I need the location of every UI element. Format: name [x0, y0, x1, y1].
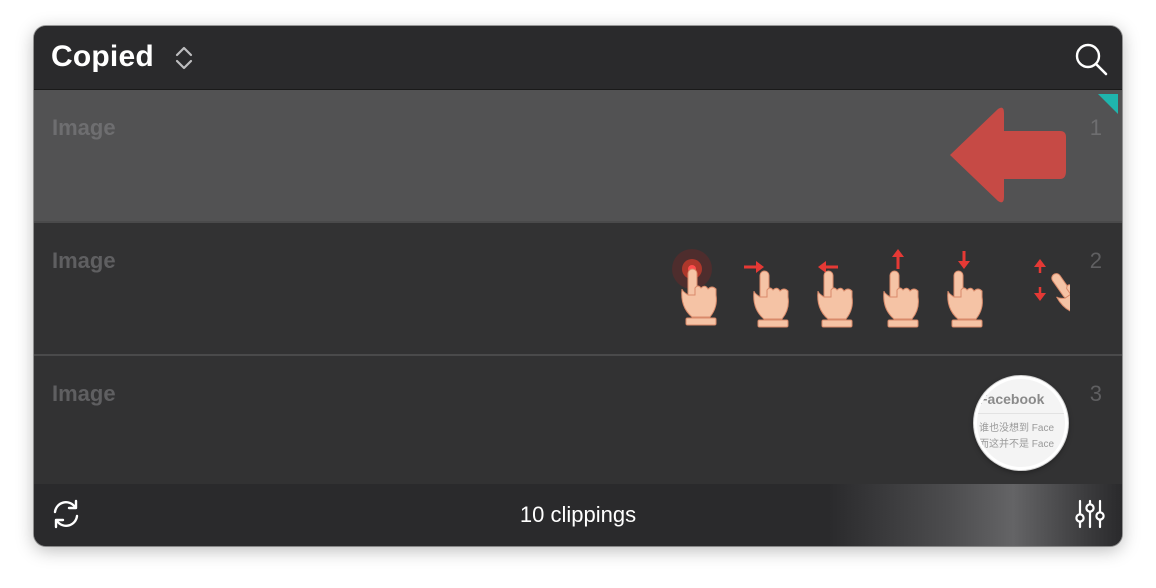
- clippings-count: 10 clippings: [519, 502, 637, 527]
- clip-type-label: Image: [52, 115, 116, 140]
- clip-index: 1: [1089, 115, 1102, 140]
- clip-index: 2: [1089, 248, 1102, 273]
- clip-type-label: Image: [52, 248, 116, 273]
- footer-bar: 10 clippings: [34, 484, 1122, 546]
- list-item[interactable]: Image 2: [34, 223, 1122, 354]
- sliders-icon[interactable]: [1074, 498, 1106, 530]
- list-item[interactable]: Image 3 Facebook 谁也没想到 Face 而这并不是 Face: [34, 356, 1122, 487]
- search-icon[interactable]: [1074, 42, 1108, 76]
- clipboard-window: Copied Image 1 Image 2 Image 3 Facebook …: [34, 26, 1122, 546]
- thumb-divider: [977, 413, 1065, 414]
- facebook-magnifier-thumbnail: Facebook 谁也没想到 Face 而这并不是 Face: [974, 376, 1068, 470]
- chevron-up-down-icon[interactable]: [173, 44, 195, 72]
- red-arrow-thumbnail: [950, 107, 1066, 203]
- clip-index: 3: [1089, 381, 1102, 406]
- thumb-title: Facebook: [979, 391, 1045, 407]
- thumb-line: 而这并不是 Face: [979, 439, 1055, 450]
- clip-type-label: Image: [52, 381, 116, 406]
- selected-marker: [1098, 94, 1118, 114]
- header-bar: Copied: [34, 26, 1122, 90]
- list-title[interactable]: Copied: [51, 40, 154, 74]
- hand-gestures-thumbnail: [672, 249, 1070, 328]
- list-item[interactable]: Image 1: [34, 90, 1122, 221]
- thumb-line: 谁也没想到 Face: [979, 423, 1055, 434]
